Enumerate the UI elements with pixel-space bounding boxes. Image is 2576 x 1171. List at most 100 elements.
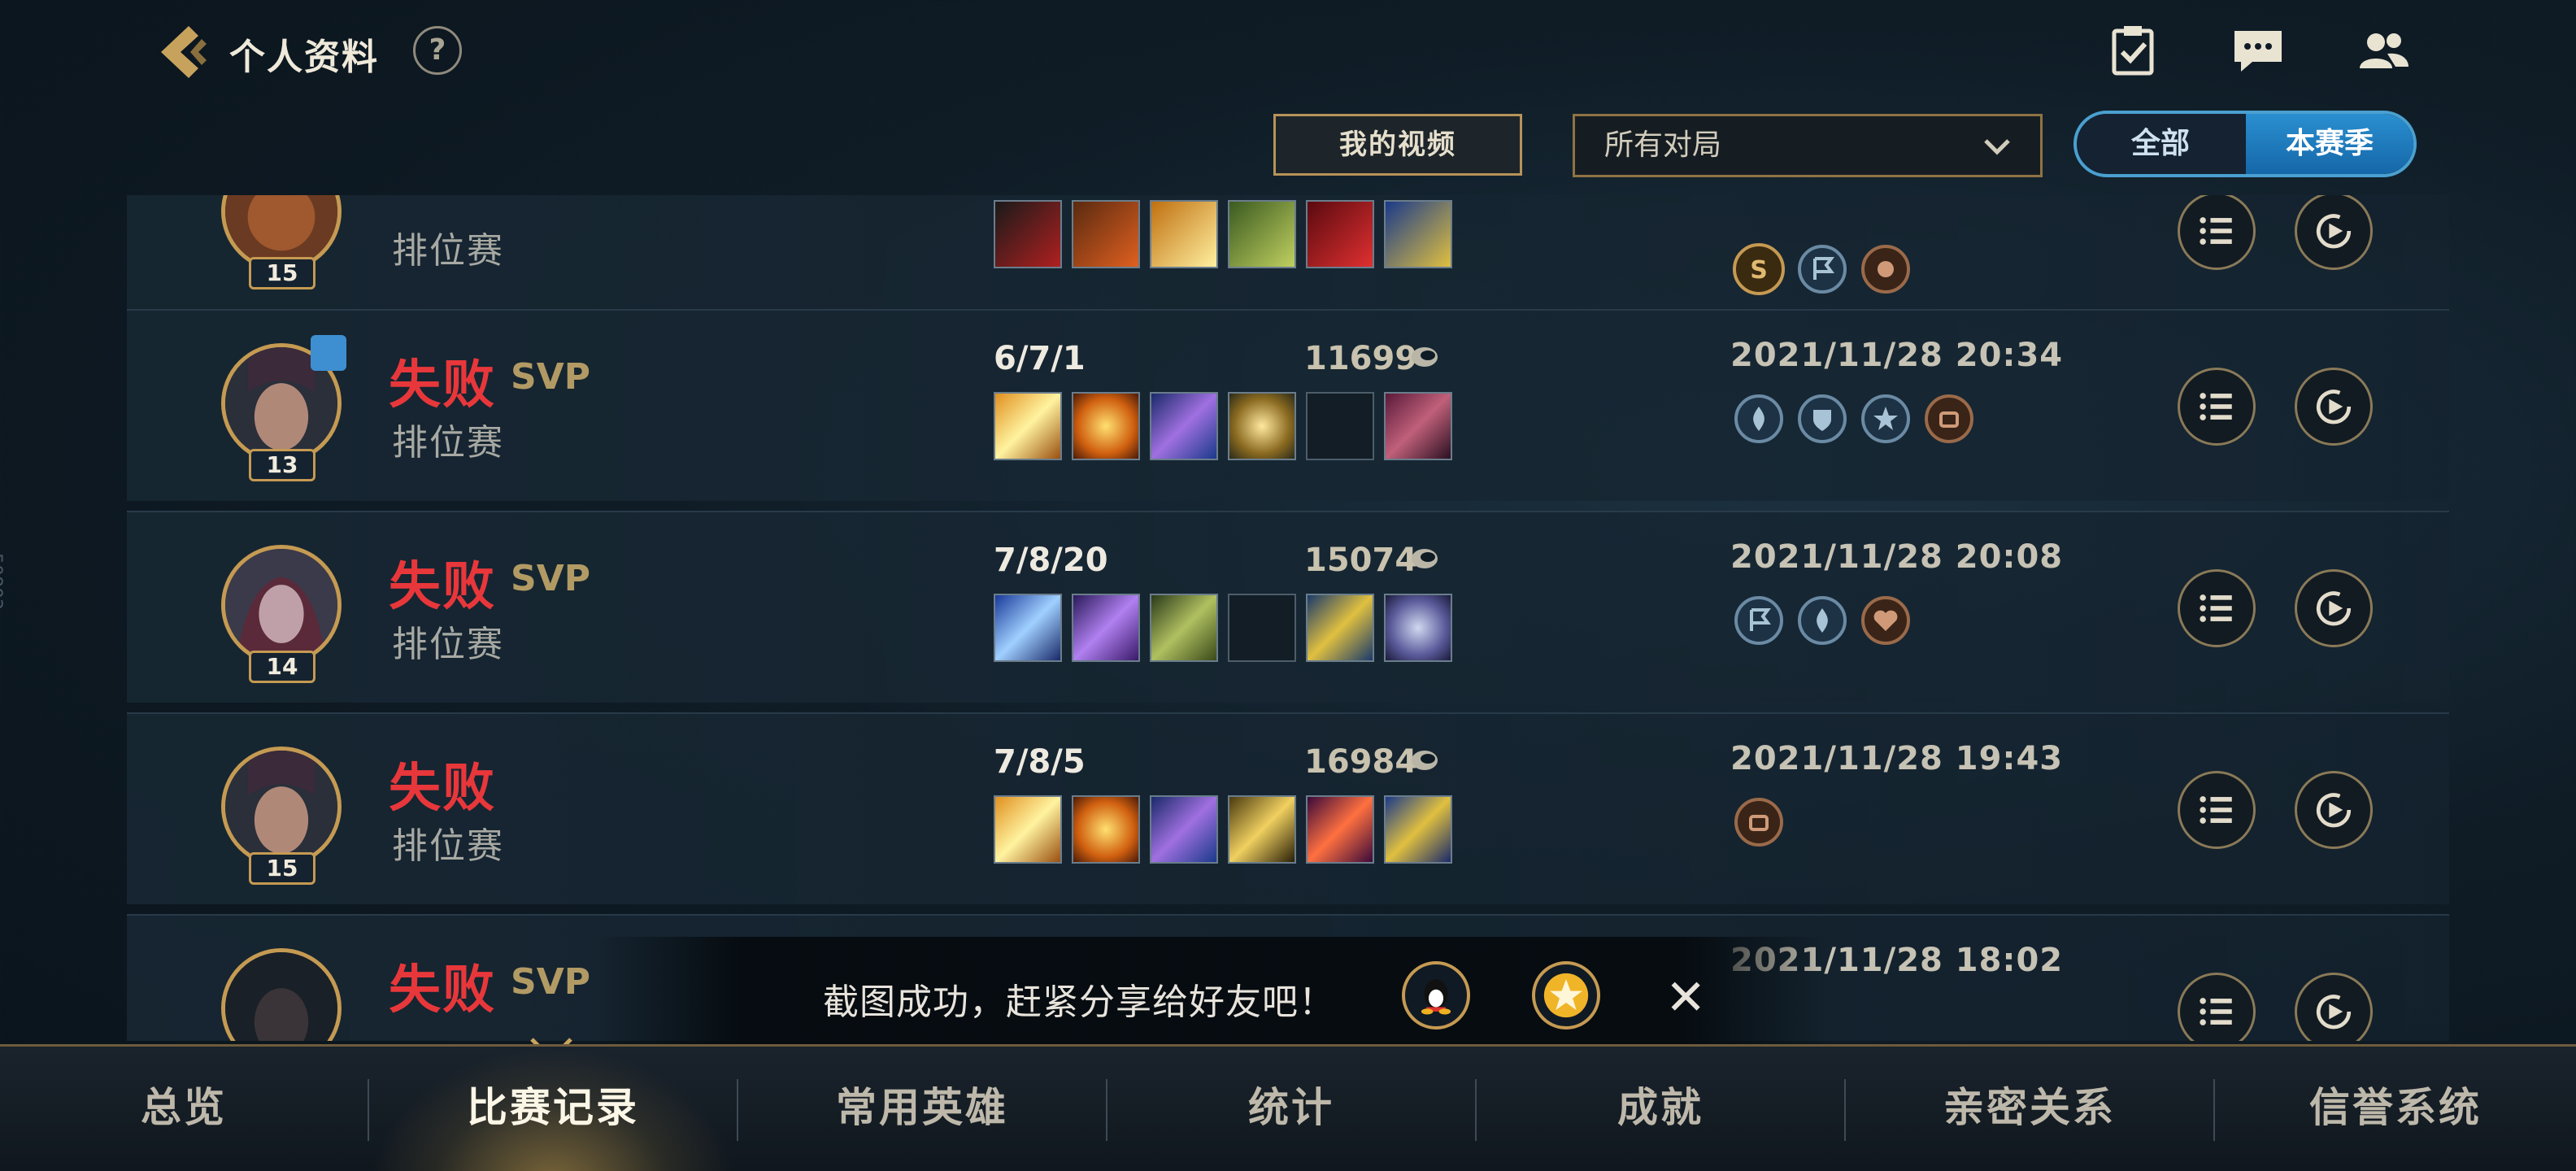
tab-credit-system[interactable]: 信誉系统: [2215, 1047, 2576, 1171]
tab-common-heroes[interactable]: 常用英雄: [738, 1047, 1106, 1171]
season-toggle: 全部 本赛季: [2073, 111, 2417, 177]
checklist-icon[interactable]: [2104, 24, 2161, 78]
tab-intimacy[interactable]: 亲密关系: [1846, 1047, 2213, 1171]
svp-label: SVP: [511, 558, 590, 599]
qq-share-icon[interactable]: [1402, 961, 1470, 1030]
purple-armor-item: [1072, 594, 1140, 662]
crossbow-item: [1228, 200, 1296, 268]
game-mode: 排位赛: [392, 422, 504, 464]
bottom-nav: 总览 比赛记录 常用英雄 统计 成就 亲密关系 信誉系统: [0, 1044, 2576, 1171]
hero-level-badge: 14: [249, 651, 315, 683]
match-row[interactable]: 15 排位赛 S: [127, 195, 2449, 309]
details-button[interactable]: [2178, 569, 2256, 647]
flag-medal-icon: [1732, 594, 1786, 647]
hero-level-badge: 15: [249, 257, 315, 289]
qzone-share-icon[interactable]: [1532, 961, 1600, 1030]
blade-item: [994, 795, 1062, 864]
match-result: 失败: [389, 759, 496, 819]
ice-spear-item: [994, 594, 1062, 662]
my-videos-button[interactable]: 我的视频: [1273, 114, 1522, 176]
chat-icon[interactable]: [2230, 24, 2287, 78]
game-mode: 排位赛: [392, 825, 504, 867]
empty-slot: [1306, 392, 1374, 460]
gauntlet-item: [1072, 392, 1140, 460]
hero-level-badge: 13: [249, 449, 315, 481]
screenshot-toast: 截图成功，赶紧分享给好友吧！ ✕: [594, 937, 1830, 1051]
golden-cannon-item: [1306, 594, 1374, 662]
svg-text:S: S: [1750, 256, 1768, 285]
bird-summon-item: [1384, 594, 1452, 662]
hero-avatar: [221, 545, 342, 665]
gold-amount: 15074: [1304, 542, 1418, 579]
fist-medal-icon: [1859, 242, 1912, 296]
golden-spear-item: [1228, 392, 1296, 460]
help-icon[interactable]: ?: [413, 26, 462, 75]
blade-item: [994, 392, 1062, 460]
spear-item: [1072, 200, 1140, 268]
toast-message: 截图成功，赶紧分享给好友吧！: [823, 982, 1335, 1023]
match-type-value: 所有对局: [1604, 128, 1722, 162]
boots-item: [1384, 392, 1452, 460]
match-row[interactable]: 15 失败 排位赛 7/8/5 16984 2021/11/28 19:43: [127, 712, 2449, 904]
replay-button[interactable]: [2295, 771, 2373, 849]
gold-coin-icon: [1412, 347, 1438, 367]
tab-statistics[interactable]: 统计: [1107, 1047, 1475, 1171]
hero-level-badge: 15: [249, 852, 315, 885]
back-arrow-icon[interactable]: [153, 21, 211, 83]
star-medal-icon: [1859, 392, 1912, 446]
fire-medal-icon: [1795, 594, 1849, 647]
replay-button[interactable]: [2295, 195, 2373, 270]
potion-item: [1384, 200, 1452, 268]
match-result: 失败: [389, 557, 496, 617]
replay-button[interactable]: [2295, 569, 2373, 647]
match-row[interactable]: 14 失败 SVP 排位赛 7/8/20 15074 2021/11/28 20…: [127, 511, 2449, 703]
season-option-current[interactable]: 本赛季: [2246, 114, 2413, 174]
match-list[interactable]: 15 排位赛 S 13 失败 SVP 排位赛 6/7/1 11699 2021/…: [0, 195, 2576, 1041]
details-button[interactable]: [2178, 368, 2256, 446]
friends-icon[interactable]: [2355, 24, 2412, 78]
page-title: 个人资料: [229, 37, 379, 78]
hero-avatar: [221, 948, 342, 1041]
match-row[interactable]: 13 失败 SVP 排位赛 6/7/1 11699 2021/11/28 20:…: [127, 309, 2449, 501]
golden-sword-item: [1228, 795, 1296, 864]
tab-match-history[interactable]: 比赛记录: [369, 1047, 737, 1171]
coin-medal-icon: [1732, 795, 1786, 849]
flag-medal-icon: [1795, 242, 1849, 296]
match-result: 失败: [389, 355, 496, 416]
fire-medal-icon: [1732, 392, 1786, 446]
s-rank-icon: S: [1732, 242, 1786, 296]
game-mode: 排位赛: [392, 230, 504, 272]
svp-label: SVP: [511, 356, 590, 398]
top-bar: 个人资料 ?: [0, 0, 2576, 106]
match-type-dropdown[interactable]: 所有对局: [1573, 114, 2043, 177]
close-icon[interactable]: ✕: [1665, 969, 1706, 1026]
details-button[interactable]: [2178, 195, 2256, 270]
tab-overview[interactable]: 总览: [0, 1047, 368, 1171]
team-group-icon: [311, 335, 346, 371]
wing-item: [1150, 200, 1218, 268]
blue-crossbow-item: [1150, 795, 1218, 864]
svp-label: SVP: [511, 961, 590, 1003]
gold-coin-icon: [1412, 549, 1438, 568]
replay-button[interactable]: [2295, 973, 2373, 1041]
season-option-all[interactable]: 全部: [2077, 114, 2244, 174]
coin-medal-icon: [1922, 392, 1976, 446]
gold-amount: 16984: [1304, 743, 1418, 781]
empty-slot: [1228, 594, 1296, 662]
heart-medal-icon: [1859, 594, 1912, 647]
shield-medal-icon: [1795, 392, 1849, 446]
match-result: 失败: [389, 960, 496, 1021]
details-button[interactable]: [2178, 771, 2256, 849]
replay-button[interactable]: [2295, 368, 2373, 446]
gold-coin-icon: [1412, 751, 1438, 770]
kda-score: 6/7/1: [994, 340, 1086, 377]
kda-score: 7/8/20: [994, 542, 1108, 579]
blade-item: [994, 200, 1062, 268]
match-timestamp: 2021/11/28 20:08: [1730, 538, 2064, 576]
blue-crossbow-item: [1150, 392, 1218, 460]
flame-sword-item: [1306, 795, 1374, 864]
details-button[interactable]: [2178, 973, 2256, 1041]
match-timestamp: 2021/11/28 20:34: [1730, 337, 2064, 374]
kda-score: 7/8/5: [994, 743, 1086, 781]
tab-achievements[interactable]: 成就: [1477, 1047, 1844, 1171]
